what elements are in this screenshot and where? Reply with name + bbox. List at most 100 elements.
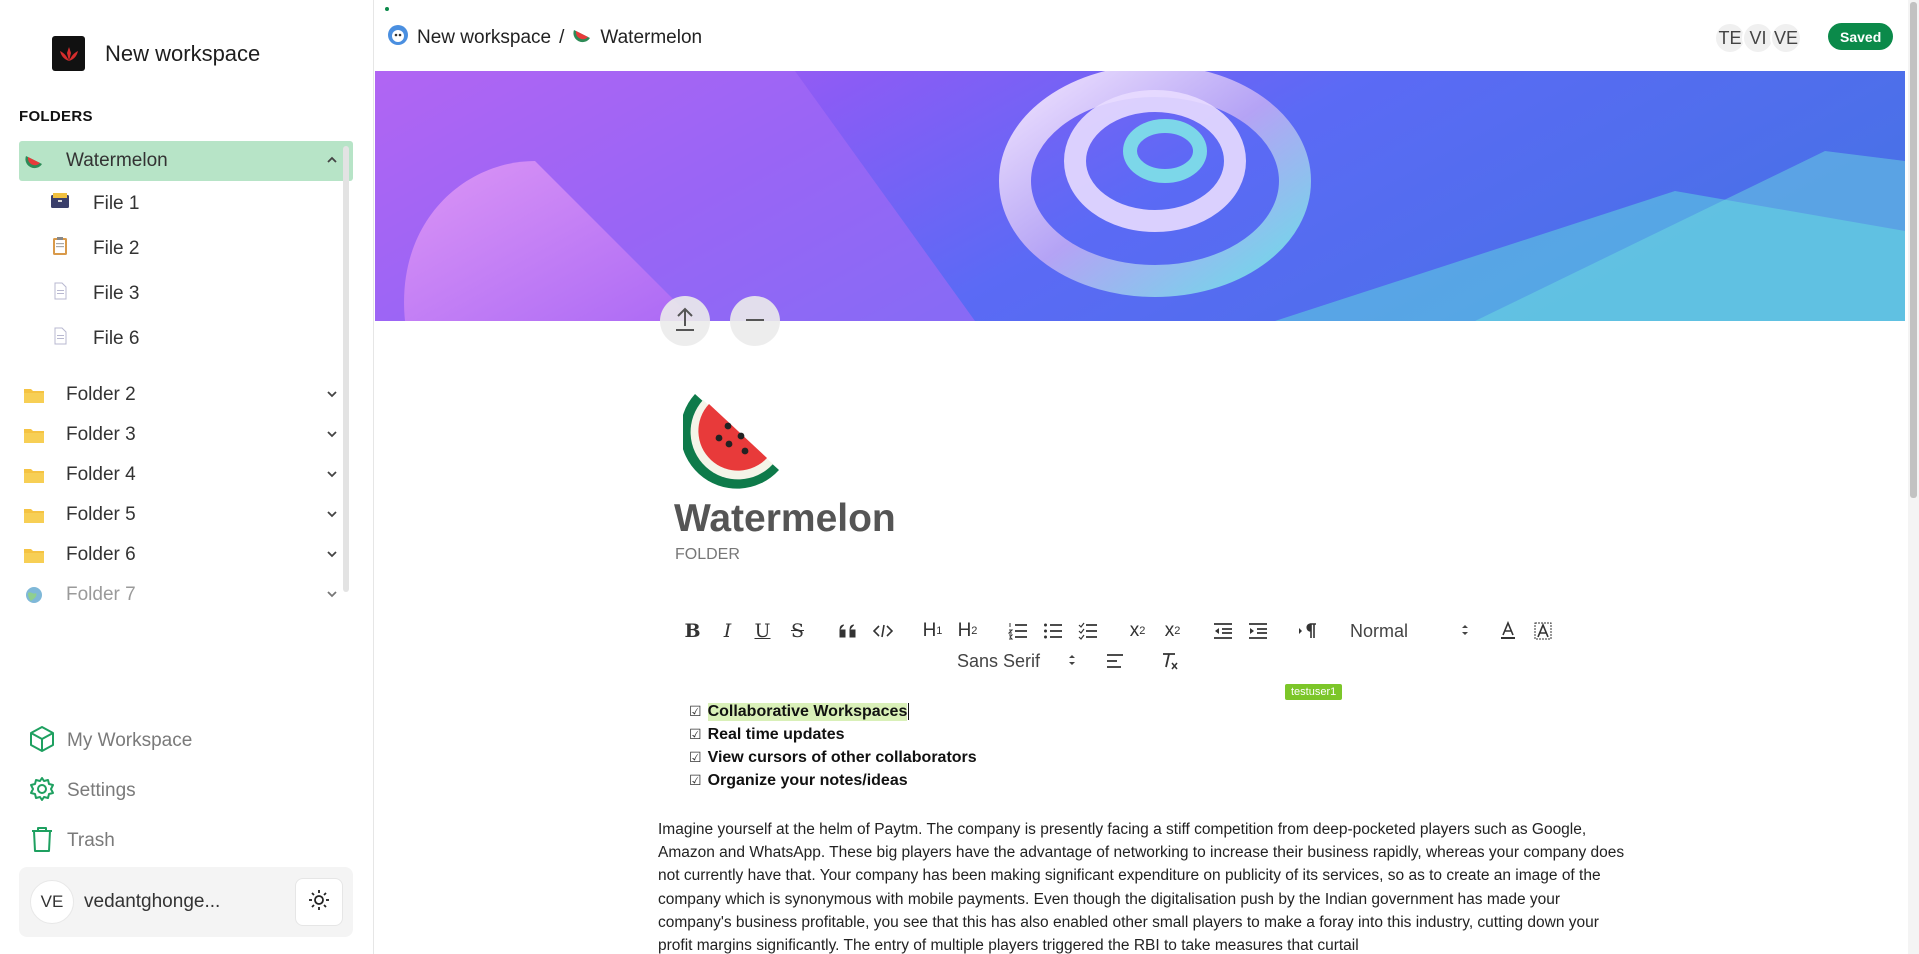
bottom-nav: My Workspace Settings Trash (29, 716, 192, 866)
checkbox-icon[interactable]: ☑ (689, 726, 702, 743)
text-direction-icon[interactable] (1290, 616, 1325, 646)
indent-icon[interactable] (1240, 616, 1275, 646)
file-item-3[interactable]: File 3 (19, 271, 353, 316)
header-select-value: Normal (1350, 620, 1409, 641)
folder-icon (22, 426, 46, 444)
saved-badge: Saved (1828, 23, 1894, 50)
align-left-icon[interactable] (1097, 646, 1132, 676)
chevron-down-icon[interactable] (325, 547, 339, 566)
chevron-down-icon[interactable] (325, 467, 339, 486)
trash-icon (29, 825, 55, 858)
folder-item[interactable]: Folder 4 (19, 455, 353, 495)
breadcrumb-separator: / (559, 27, 565, 48)
blockquote-icon[interactable] (830, 616, 865, 646)
workspace-logo (52, 36, 85, 71)
chevron-up-icon[interactable] (325, 153, 339, 172)
top-bar: New workspace / Watermelon TE VI VE Save… (375, 0, 1905, 72)
collaborator-avatar[interactable]: VE (1770, 22, 1802, 54)
file-item-1[interactable]: File 1 (19, 181, 353, 226)
document-type: FOLDER (675, 546, 740, 563)
collaborator-cursor-label: testuser1 (1285, 684, 1343, 700)
folder-item[interactable]: Folder 5 (19, 495, 353, 535)
folder-tree: Watermelon File 1 File 2 File 3 File 6 F… (19, 141, 353, 615)
folder-list: Folder 2 Folder 3 Folder 4 Folder 5 Fold… (19, 375, 353, 615)
folders-heading: FOLDERS (19, 108, 93, 125)
watermelon-emoji-icon[interactable] (680, 386, 787, 495)
file-item-6[interactable]: File 6 (19, 316, 353, 361)
breadcrumb-folder[interactable]: Watermelon (600, 27, 702, 49)
checklist-icon[interactable] (1070, 616, 1105, 646)
folder-watermelon[interactable]: Watermelon (19, 141, 353, 181)
nav-settings[interactable]: Settings (29, 766, 192, 816)
heading1-icon[interactable]: H1 (915, 616, 950, 646)
folder-icon (22, 546, 46, 564)
document-paragraph[interactable]: Imagine yourself at the helm of Paytm. T… (658, 818, 1626, 954)
upload-icon (673, 306, 697, 337)
clipboard-icon (50, 236, 70, 261)
clear-format-icon[interactable] (1152, 646, 1187, 676)
chevron-down-icon[interactable] (325, 587, 339, 606)
background-color-icon[interactable] (1525, 616, 1560, 646)
folder-item[interactable]: Folder 7 (19, 575, 353, 615)
main-scrollbar[interactable] (1908, 0, 1919, 954)
code-block-icon[interactable] (865, 616, 900, 646)
watermelon-icon (572, 26, 592, 50)
breadcrumb-workspace[interactable]: New workspace (417, 27, 551, 49)
subscript-icon[interactable]: x2 (1120, 616, 1155, 646)
italic-icon[interactable]: I (710, 616, 745, 646)
sidebar-scrollbar[interactable] (343, 146, 349, 592)
workspace-header[interactable]: New workspace (52, 36, 260, 71)
theme-toggle-button[interactable] (295, 878, 343, 926)
checklist-item[interactable]: ☑ View cursors of other collaborators (675, 746, 1675, 769)
bullet-list-icon[interactable] (1035, 616, 1070, 646)
checkbox-icon[interactable]: ☑ (689, 703, 702, 720)
user-name: vedantghonge... (84, 891, 221, 912)
folder-item[interactable]: Folder 2 (19, 375, 353, 415)
header-select[interactable]: Normal (1350, 621, 1470, 642)
folder-item[interactable]: Folder 6 (19, 535, 353, 575)
editor-content[interactable]: testuser1 ☑ Collaborative Workspaces ☑ R… (675, 684, 1675, 792)
strike-icon[interactable]: S (780, 616, 815, 646)
minus-icon (743, 306, 767, 337)
file-item-2[interactable]: File 2 (19, 226, 353, 271)
workspace-avatar-icon (387, 24, 409, 52)
checklist-item[interactable]: ☑ Real time updates (675, 723, 1675, 746)
avatar[interactable]: VE (30, 880, 74, 924)
nav-my-workspace[interactable]: My Workspace (29, 716, 192, 766)
folder-label: Folder 3 (66, 424, 136, 445)
checkbox-icon[interactable]: ☑ (689, 749, 702, 766)
updown-icon (1067, 651, 1077, 672)
gear-icon (29, 776, 55, 807)
superscript-icon[interactable]: x2 (1155, 616, 1190, 646)
remove-banner-button[interactable] (730, 296, 780, 346)
globe-icon (22, 585, 46, 605)
chevron-down-icon[interactable] (325, 387, 339, 406)
banner-image (375, 71, 1905, 321)
checklist-text: Organize your notes/ideas (707, 771, 908, 789)
checklist-item[interactable]: ☑ Collaborative Workspaces (675, 700, 1675, 723)
font-select[interactable]: Sans Serif (957, 651, 1077, 672)
document-title[interactable]: Watermelon (674, 497, 896, 541)
scroll-thumb[interactable] (1910, 2, 1917, 498)
upload-banner-button[interactable] (660, 296, 710, 346)
folder-label: Folder 6 (66, 544, 136, 565)
file-label: File 1 (93, 192, 140, 214)
bold-icon[interactable]: B (675, 616, 710, 646)
page-icon (50, 281, 70, 306)
underline-icon[interactable]: U (745, 616, 780, 646)
user-card: VE vedantghonge... (19, 867, 353, 937)
chevron-down-icon[interactable] (325, 507, 339, 526)
checklist-item[interactable]: ☑ Organize your notes/ideas (675, 769, 1675, 792)
ordered-list-icon[interactable] (1000, 616, 1035, 646)
chevron-down-icon[interactable] (325, 427, 339, 446)
folder-item[interactable]: Folder 3 (19, 415, 353, 455)
heading2-icon[interactable]: H2 (950, 616, 985, 646)
folder-label: Folder 7 (66, 584, 136, 605)
nav-trash[interactable]: Trash (29, 816, 192, 866)
text-color-icon[interactable] (1490, 616, 1525, 646)
toolbar-row-1: B I U S H1 H2 x2 x2 Normal (675, 616, 1560, 646)
checkbox-icon[interactable]: ☑ (689, 772, 702, 789)
outdent-icon[interactable] (1205, 616, 1240, 646)
collaborator-avatars: TE VI VE (1714, 22, 1802, 54)
folder-label: Folder 5 (66, 504, 136, 525)
